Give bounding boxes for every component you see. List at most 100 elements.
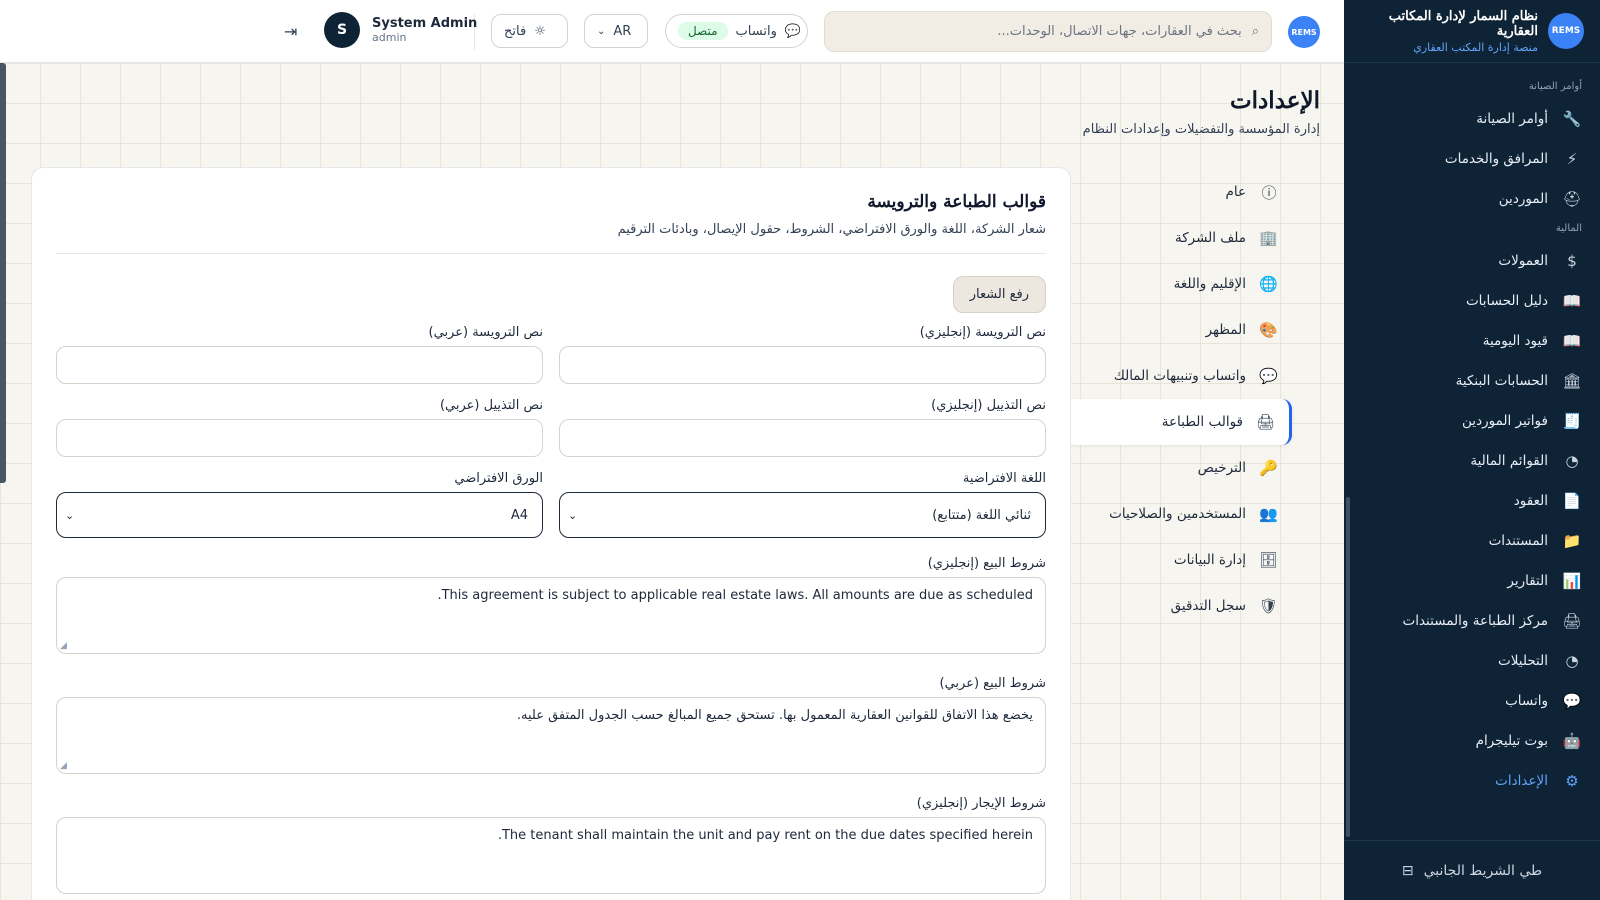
- sidebar-item-label: قيود اليومية: [1482, 333, 1548, 349]
- lease-terms-en-value: The tenant shall maintain the unit and p…: [497, 828, 1033, 843]
- card-title: قوالب الطباعة والترويسة: [867, 192, 1046, 212]
- upload-logo-button[interactable]: رفع الشعار: [952, 276, 1046, 313]
- sidebar-item[interactable]: 🤖 بوت تيليجرام: [1344, 721, 1600, 761]
- search-icon: ⌕: [1251, 24, 1259, 39]
- chevron-down-icon: ⌄: [597, 25, 606, 37]
- footer-ar-input[interactable]: [56, 419, 543, 457]
- settings-nav-item[interactable]: 🎨 المظهر: [1066, 307, 1292, 353]
- logout-icon[interactable]: ⇥: [284, 22, 297, 41]
- sale-terms-ar-value: يخضع هذا الاتفاق للقوانين العقارية المعم…: [516, 708, 1033, 723]
- theme-toggle[interactable]: فاتح ☼: [491, 14, 568, 48]
- sidebar-item[interactable]: 📖 قيود اليومية: [1344, 321, 1600, 361]
- sidebar-item-label: فواتير الموردين: [1462, 413, 1548, 429]
- sidebar-item[interactable]: 🧾 فواتير الموردين: [1344, 401, 1600, 441]
- whatsapp-status-button[interactable]: متصل واتساب 💬: [665, 14, 808, 48]
- sidebar-item[interactable]: 📄 العقود: [1344, 481, 1600, 521]
- sidebar-item[interactable]: $ العمولات: [1344, 241, 1600, 281]
- settings-nav-item[interactable]: 🖨 قوالب الطباعة: [1066, 399, 1292, 445]
- sidebar-item[interactable]: 🏛 الحسابات البنكية: [1344, 361, 1600, 401]
- language-switcher[interactable]: ⌄ AR: [584, 14, 648, 48]
- sidebar-item-label: دليل الحسابات: [1465, 293, 1548, 309]
- default-paper-select[interactable]: A4 ⌄: [56, 492, 543, 538]
- sidebar-item[interactable]: 📖 دليل الحسابات: [1344, 281, 1600, 321]
- book-open-icon: 📖: [1562, 332, 1582, 350]
- page-title: الإعدادات: [1230, 87, 1320, 114]
- divider: [56, 253, 1046, 254]
- footer-en-input[interactable]: [559, 419, 1046, 457]
- pie-chart-icon: ◔: [1565, 452, 1579, 470]
- whatsapp-status-badge: متصل: [678, 22, 728, 40]
- settings-nav-item[interactable]: 🔑 الترخيص: [1066, 445, 1292, 491]
- header-en-input[interactable]: [559, 346, 1046, 384]
- users-icon: 👥: [1259, 505, 1278, 523]
- sale-terms-ar-label: شروط البيع (عربي): [939, 676, 1047, 691]
- settings-nav-item[interactable]: 🛡 سجل التدقيق: [1066, 583, 1292, 629]
- sidebar-brand: REMS نظام السمار لإدارة المكاتب العقارية…: [1344, 0, 1600, 63]
- sidebar-item-label: العمولات: [1498, 253, 1548, 269]
- sidebar-nav: أوامر الصيانة 🔧 أوامر الصيانة ⚡ المرافق والخ…: [1344, 63, 1600, 853]
- sidebar-section-title: أوامر الصيانة: [1528, 81, 1582, 92]
- settings-nav-item[interactable]: 🌐 الإقليم واللغة: [1066, 261, 1292, 307]
- sidebar-item-label: المستندات: [1488, 533, 1548, 549]
- sidebar-item[interactable]: 💬 واتساب: [1344, 681, 1600, 721]
- sale-terms-en-textarea[interactable]: This agreement is subject to applicable …: [56, 577, 1046, 654]
- sidebar-item-label: الموردين: [1498, 191, 1548, 207]
- topbar: REMS ⌕ متصل واتساب 💬 ⌄ AR فاتح ☼ S Syste…: [0, 0, 1344, 63]
- chat-icon: 💬: [784, 23, 802, 39]
- settings-nav-item[interactable]: 💬 واتساب وتنبيهات المالك: [1066, 353, 1292, 399]
- search-input[interactable]: [837, 24, 1242, 39]
- sidebar-item[interactable]: ◔ التحليلات: [1344, 641, 1600, 681]
- lease-terms-en-textarea[interactable]: The tenant shall maintain the unit and p…: [56, 817, 1046, 894]
- bar-chart-icon: 📊: [1562, 572, 1582, 590]
- file-icon: 📄: [1562, 492, 1582, 510]
- sidebar-item-label: واتساب: [1505, 693, 1548, 709]
- resize-handle-icon[interactable]: ◢: [60, 641, 67, 651]
- collapse-sidebar-button[interactable]: طي الشريط الجانبي ⊟: [1344, 840, 1600, 900]
- resize-handle-icon[interactable]: ◢: [60, 761, 67, 771]
- brand-title: نظام السمار لإدارة المكاتب العقارية: [1388, 8, 1538, 39]
- sidebar-item[interactable]: ⚙ الإعدادات: [1344, 761, 1600, 801]
- settings-nav-item[interactable]: 🗄 إدارة البيانات: [1066, 537, 1292, 583]
- key-icon: 🔑: [1259, 459, 1278, 477]
- sidebar-item-label: المرافق والخدمات: [1444, 151, 1548, 167]
- shield-icon: 🛡: [1258, 597, 1278, 615]
- brand-subtitle: منصة إدارة المكتب العقاري: [1413, 40, 1538, 54]
- settings-nav-item[interactable]: 🏢 ملف الشركة: [1066, 215, 1292, 261]
- sidebar-item-label: العقود: [1513, 493, 1548, 509]
- settings-nav-label: المظهر: [1205, 322, 1246, 338]
- page-scrollbar[interactable]: [0, 63, 6, 483]
- sidebar-item[interactable]: ⛑ الموردين: [1344, 179, 1600, 219]
- sidebar-item[interactable]: 📁 المستندات: [1344, 521, 1600, 561]
- sidebar-item[interactable]: 📊 التقارير: [1344, 561, 1600, 601]
- app-logo[interactable]: REMS: [1288, 16, 1320, 48]
- dollar-icon: $: [1567, 252, 1577, 270]
- sale-terms-en-value: This agreement is subject to applicable …: [437, 588, 1033, 603]
- default-language-value: ثنائي اللغة (متتابع): [932, 507, 1031, 523]
- info-icon: ⓘ: [1261, 183, 1277, 202]
- sidebar-scrollbar[interactable]: [1346, 497, 1350, 837]
- sidebar-item[interactable]: ◔ القوائم المالية: [1344, 441, 1600, 481]
- collapse-sidebar-label: طي الشريط الجانبي: [1423, 862, 1543, 879]
- language-value: AR: [613, 23, 632, 39]
- wrench-icon: 🔧: [1562, 110, 1582, 128]
- settings-nav-item[interactable]: 👥 المستخدمين والصلاحيات: [1066, 491, 1292, 537]
- global-search[interactable]: ⌕: [824, 11, 1272, 52]
- user-name: System Admin: [372, 16, 478, 31]
- sidebar-item[interactable]: 🖨 مركز الطباعة والمستندات: [1344, 601, 1600, 641]
- header-ar-input[interactable]: [56, 346, 543, 384]
- sale-terms-ar-textarea[interactable]: يخضع هذا الاتفاق للقوانين العقارية المعم…: [56, 697, 1046, 774]
- receipt-icon: 🧾: [1562, 412, 1582, 430]
- printer-icon: 🖨: [1255, 413, 1275, 431]
- settings-nav-label: ملف الشركة: [1175, 230, 1246, 246]
- chevron-down-icon: ⌄: [65, 508, 75, 522]
- brand-logo: REMS: [1548, 13, 1584, 49]
- settings-nav-item[interactable]: ⓘ عام: [1066, 169, 1292, 215]
- sidebar-item[interactable]: ⚡ المرافق والخدمات: [1344, 139, 1600, 179]
- settings-nav-label: الترخيص: [1197, 460, 1246, 476]
- default-language-select[interactable]: ثنائي اللغة (متتابع) ⌄: [559, 492, 1046, 538]
- settings-nav-label: الإقليم واللغة: [1173, 276, 1246, 292]
- page-subtitle: إدارة المؤسسة والتفضيلات وإعدادات النظام: [1082, 122, 1320, 137]
- user-menu[interactable]: S System Admin admin: [324, 12, 477, 48]
- card-subtitle: شعار الشركة، اللغة والورق الافتراضي، الش…: [617, 222, 1046, 237]
- sidebar-item[interactable]: 🔧 أوامر الصيانة: [1344, 99, 1600, 139]
